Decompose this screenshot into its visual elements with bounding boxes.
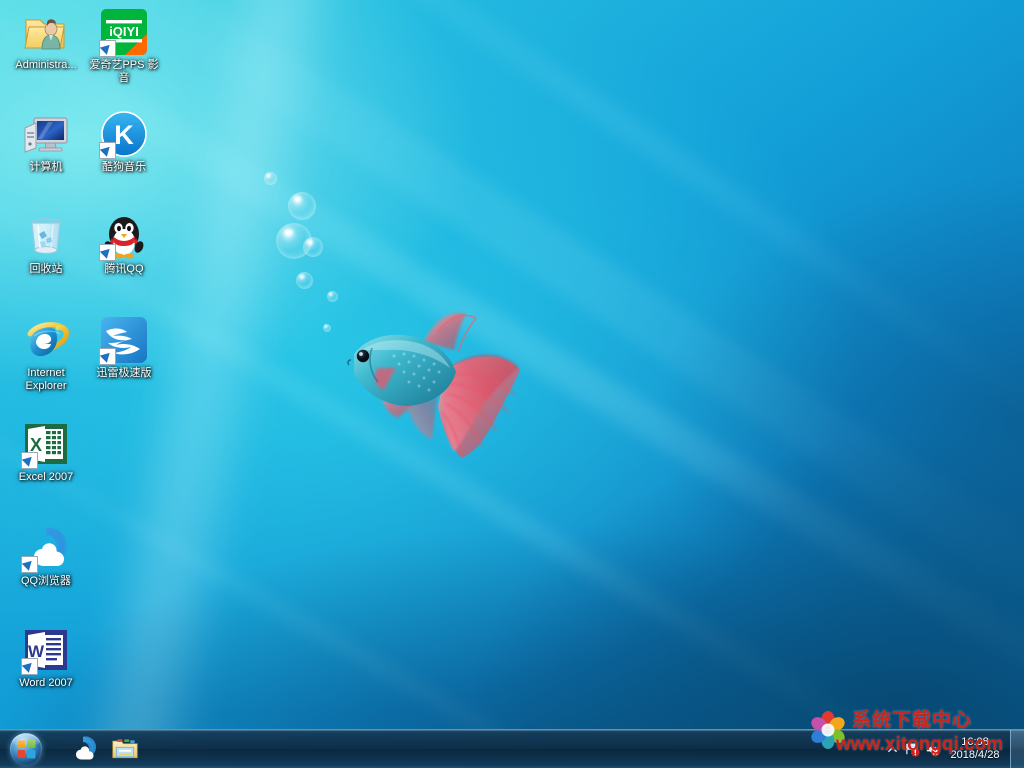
taskbar-clock[interactable]: 16:08 2018/4/28 bbox=[942, 730, 1008, 768]
desktop-icon-kugou-music[interactable]: K 酷狗音乐 bbox=[86, 110, 162, 174]
kugou-icon: K bbox=[99, 110, 148, 159]
show-hidden-icons-button[interactable] bbox=[882, 730, 902, 768]
internet-explorer-icon bbox=[22, 316, 70, 364]
desktop-icon-internet-explorer[interactable]: Internet Explorer bbox=[8, 316, 84, 393]
clock-date: 2018/4/28 bbox=[950, 749, 1000, 761]
iqiyi-icon: iQIYI bbox=[99, 8, 148, 57]
action-center-flag-icon bbox=[905, 743, 920, 757]
desktop-icon-label: QQ浏览器 bbox=[20, 575, 72, 587]
word-icon: W bbox=[21, 626, 70, 675]
desktop-icon-label: Internet Explorer bbox=[25, 367, 67, 392]
user-folder-icon bbox=[22, 8, 70, 56]
show-desktop-button[interactable] bbox=[1010, 730, 1024, 768]
desktop-icon-label: 计算机 bbox=[29, 161, 63, 173]
volume-muted-icon bbox=[926, 744, 939, 756]
folder-explorer-icon bbox=[112, 739, 138, 759]
start-button[interactable] bbox=[1, 731, 51, 767]
desktop-icon-label: Excel 2007 bbox=[18, 471, 74, 483]
desktop-icon-computer[interactable]: 计算机 bbox=[8, 110, 84, 174]
desktop-icon-recycle-bin[interactable]: 回收站 bbox=[8, 212, 84, 276]
volume-button[interactable] bbox=[922, 730, 942, 768]
taskbar-item-file-explorer[interactable] bbox=[105, 733, 145, 765]
desktop-icon-label: 迅雷极速版 bbox=[96, 367, 152, 379]
system-tray: 16:08 2018/4/28 bbox=[882, 730, 1024, 768]
recycle-bin-icon bbox=[22, 212, 70, 260]
desktop-icon-administrator[interactable]: Administra... bbox=[8, 8, 84, 72]
desktop-icon-word-2007[interactable]: W Word 2007 bbox=[8, 626, 84, 690]
shortcut-arrow-icon bbox=[99, 348, 116, 365]
desktop-icon-excel-2007[interactable]: X Excel 2007 bbox=[8, 420, 84, 484]
shortcut-arrow-icon bbox=[21, 452, 38, 469]
taskbar-pinned-items bbox=[63, 733, 145, 765]
desktop-icon-label: 腾讯QQ bbox=[104, 263, 144, 275]
clock-time: 16:08 bbox=[961, 736, 989, 748]
shortcut-arrow-icon bbox=[99, 244, 116, 261]
shortcut-arrow-icon bbox=[21, 556, 38, 573]
desktop-icon-qq-browser[interactable]: QQ浏览器 bbox=[8, 524, 84, 588]
windows-orb-icon bbox=[10, 733, 42, 765]
desktop-icon-label: 爱奇艺PPS 影音 bbox=[89, 59, 159, 84]
excel-icon: X bbox=[21, 420, 70, 469]
svg-text:K: K bbox=[114, 120, 134, 150]
action-center-button[interactable] bbox=[902, 730, 922, 768]
desktop-icon-iqiyi-pps[interactable]: iQIYI 爱奇艺PPS 影音 bbox=[86, 8, 162, 85]
qq-browser-icon bbox=[76, 736, 97, 760]
chevron-up-icon bbox=[887, 746, 897, 752]
desktop-icon-label: 酷狗音乐 bbox=[102, 161, 146, 173]
shortcut-arrow-icon bbox=[99, 142, 116, 159]
desktop-icon-label: 回收站 bbox=[29, 263, 63, 275]
shortcut-arrow-icon bbox=[99, 40, 116, 57]
svg-text:iQIYI: iQIYI bbox=[109, 24, 139, 39]
desktop-icon-label: Administra... bbox=[15, 59, 77, 71]
taskbar: 16:08 2018/4/28 bbox=[0, 729, 1024, 768]
taskbar-item-qq-browser[interactable] bbox=[63, 733, 103, 765]
qq-browser-icon bbox=[21, 524, 70, 573]
qq-penguin-icon bbox=[99, 212, 148, 261]
desktop-icon-label: Word 2007 bbox=[19, 677, 73, 689]
computer-icon bbox=[22, 110, 70, 158]
desktop-icon-grid: Administra... iQIYI 爱奇艺PPS 影音 计算机 K 酷狗音乐… bbox=[0, 0, 1024, 730]
desktop-icon-thunder-express[interactable]: 迅雷极速版 bbox=[86, 316, 162, 380]
desktop-icon-tencent-qq[interactable]: 腾讯QQ bbox=[86, 212, 162, 276]
thunder-icon bbox=[99, 316, 148, 365]
shortcut-arrow-icon bbox=[21, 658, 38, 675]
